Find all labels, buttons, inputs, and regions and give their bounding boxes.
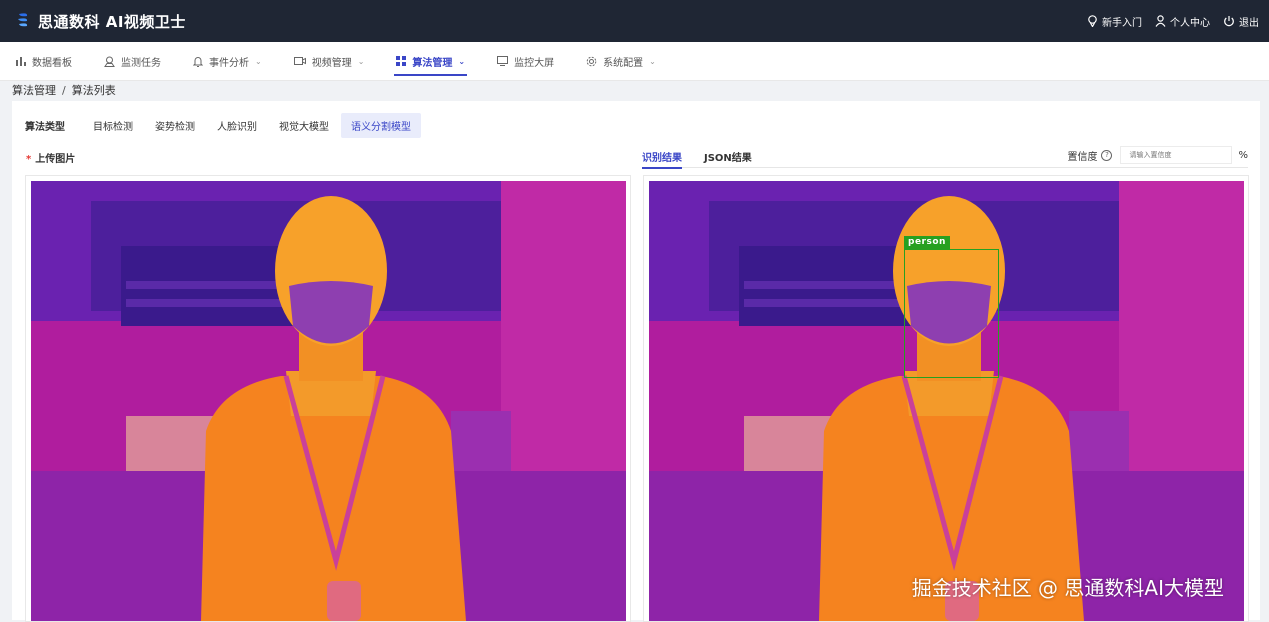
- upload-section-title: * 上传图片: [26, 150, 75, 165]
- help-icon[interactable]: ?: [1101, 149, 1113, 161]
- breadcrumb-current: 算法列表: [71, 84, 116, 97]
- nav-event-analysis-label: 事件分析: [209, 57, 249, 69]
- top-bar: 思通数科 AI视频卫士 新手入门 个人中心 退出: [0, 0, 1269, 42]
- user-icon: [1155, 15, 1166, 27]
- detection-label: person: [904, 236, 950, 249]
- profile-label: 个人中心: [1170, 17, 1210, 29]
- tab-face-recognition[interactable]: 人脸识别: [207, 113, 267, 138]
- logo-icon: [18, 13, 28, 27]
- confidence-input[interactable]: [1120, 146, 1233, 164]
- logout-label: 退出: [1239, 17, 1259, 29]
- nav-system-config-label: 系统配置: [603, 57, 644, 69]
- guide-link[interactable]: 新手入门: [1087, 14, 1142, 29]
- chevron-down-icon: ⌄: [458, 56, 466, 66]
- breadcrumb-root[interactable]: 算法管理: [12, 84, 56, 97]
- bell-icon: [193, 56, 203, 67]
- monitor-task-icon: [104, 56, 115, 67]
- tab-semantic-segmentation[interactable]: 语义分割模型: [341, 113, 421, 138]
- chevron-down-icon: ⌄: [649, 56, 656, 66]
- profile-link[interactable]: 个人中心: [1155, 14, 1210, 29]
- upload-title-text: 上传图片: [35, 154, 76, 165]
- nav-monitor-task[interactable]: 监测任务: [88, 42, 177, 80]
- uploaded-image: [31, 181, 626, 621]
- nav-event-analysis[interactable]: 事件分析 ⌄: [177, 42, 278, 80]
- power-icon: [1224, 16, 1234, 27]
- tab-object-detection[interactable]: 目标检测: [83, 113, 143, 138]
- tab-recognition-result[interactable]: 识别结果: [642, 149, 682, 169]
- logout-link[interactable]: 退出: [1223, 14, 1259, 29]
- nav-dashboard[interactable]: 数据看板: [0, 42, 88, 80]
- confidence-unit: %: [1238, 149, 1248, 161]
- algorithm-type-label: 算法类型: [25, 122, 65, 133]
- nav-video-management[interactable]: 视频管理 ⌄: [278, 42, 381, 80]
- upload-image-area[interactable]: [25, 175, 631, 622]
- video-icon: [293, 57, 306, 65]
- confidence-control: 置信度 ? %: [1067, 146, 1248, 164]
- grid-icon: [396, 56, 407, 66]
- nav-monitor-task-label: 监测任务: [121, 57, 161, 69]
- guide-label: 新手入门: [1102, 17, 1142, 29]
- nav-video-management-label: 视频管理: [311, 57, 352, 69]
- watermark: 掘金技术社区 @ 思通数科AI大模型: [911, 576, 1224, 600]
- thermal-image: [31, 181, 626, 621]
- screen-icon: [497, 56, 509, 66]
- required-mark: *: [26, 154, 32, 165]
- nav-big-screen-label: 监控大屏: [514, 57, 555, 69]
- nav-system-config[interactable]: 系统配置 ⌄: [570, 42, 672, 80]
- breadcrumb-separator: /: [62, 84, 66, 97]
- bar-chart-icon: [16, 57, 26, 66]
- main-nav: 数据看板 监测任务 事件分析 ⌄ 视频管理 ⌄ 算法管理 ⌄ 监控大屏 系统配置…: [0, 42, 1269, 81]
- app-title: 思通数科 AI视频卫士: [38, 12, 186, 31]
- chevron-down-icon: ⌄: [255, 56, 262, 66]
- bulb-icon: [1088, 15, 1097, 27]
- nav-algorithm-management-label: 算法管理: [412, 57, 453, 69]
- breadcrumb: 算法管理 / 算法列表: [12, 82, 116, 98]
- logo[interactable]: 思通数科 AI视频卫士: [16, 11, 186, 32]
- main-content: 算法类型 目标检测 姿势检测 人脸识别 视觉大模型 语义分割模型 * 上传图片 识…: [12, 101, 1260, 622]
- detection-box: [904, 249, 999, 378]
- nav-dashboard-label: 数据看板: [32, 57, 72, 69]
- tab-vision-large-model[interactable]: 视觉大模型: [269, 113, 339, 138]
- confidence-label: 置信度: [1067, 151, 1098, 163]
- tab-json-result[interactable]: JSON结果: [704, 149, 752, 164]
- nav-big-screen[interactable]: 监控大屏: [481, 42, 570, 80]
- chevron-down-icon: ⌄: [357, 56, 365, 66]
- algorithm-type-tabs: 算法类型 目标检测 姿势检测 人脸识别 视觉大模型 语义分割模型: [20, 113, 423, 138]
- result-image-area: person 掘金技术社区 @ 思通数科AI大模型: [643, 175, 1249, 622]
- tab-pose-detection[interactable]: 姿势检测: [145, 113, 205, 138]
- result-image: person 掘金技术社区 @ 思通数科AI大模型: [649, 181, 1244, 621]
- gear-icon: [586, 56, 597, 66]
- nav-algorithm-management[interactable]: 算法管理 ⌄: [380, 42, 481, 80]
